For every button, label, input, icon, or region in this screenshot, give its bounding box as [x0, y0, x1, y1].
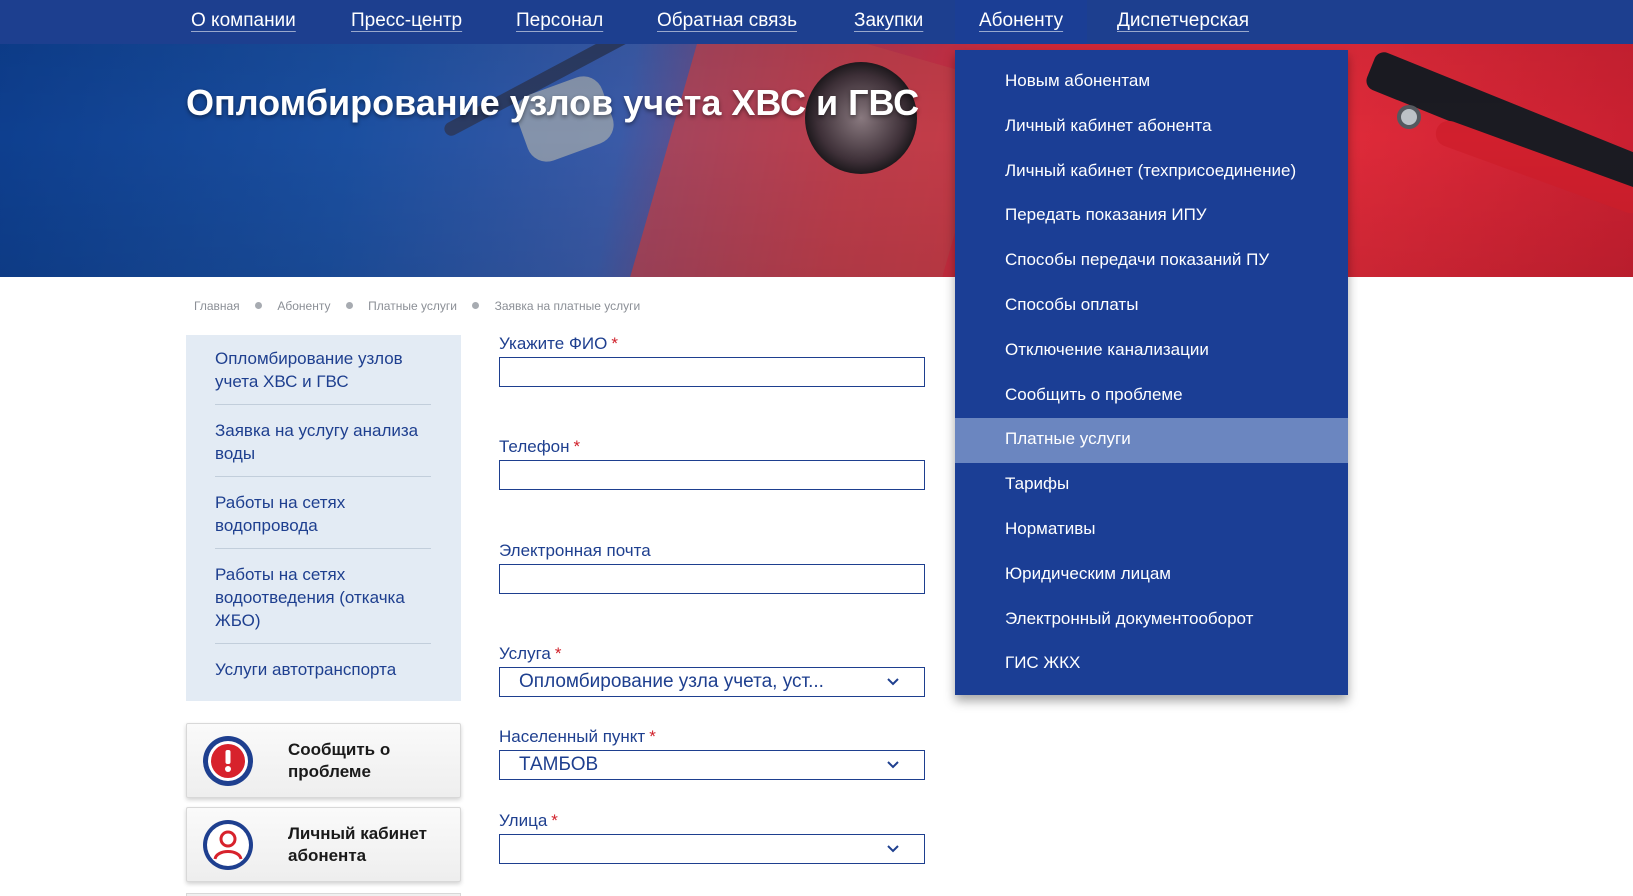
report-problem-label: Сообщить о проблеме — [288, 740, 391, 781]
phone-label: Телефон * — [499, 437, 580, 457]
service-label-text: Услуга — [499, 644, 551, 663]
menu-item-sewer-disconnection[interactable]: Отключение канализации — [955, 329, 1348, 374]
fio-label: Укажите ФИО * — [499, 334, 618, 354]
breadcrumb-item-paid-services[interactable]: Платные услуги — [368, 299, 457, 313]
email-label-text: Электронная почта — [499, 541, 651, 560]
menu-item-norms[interactable]: Нормативы — [955, 508, 1348, 553]
locality-label-text: Населенный пункт — [499, 727, 646, 746]
nav-item-staff[interactable]: Персонал — [516, 0, 603, 44]
breadcrumb-item-home[interactable]: Главная — [194, 299, 240, 313]
required-mark: * — [649, 727, 656, 746]
email-label: Электронная почта — [499, 541, 651, 561]
menu-item-personal-account[interactable]: Личный кабинет абонента — [955, 105, 1348, 150]
sidebar-item-water-analysis[interactable]: Заявка на услугу анализа воды — [215, 419, 431, 477]
top-navigation: О компании Пресс-центр Персонал Обратная… — [0, 0, 1633, 44]
nav-item-about[interactable]: О компании — [191, 0, 296, 44]
nav-item-feedback[interactable]: Обратная связь — [657, 0, 797, 44]
menu-item-payment-methods[interactable]: Способы оплаты — [955, 284, 1348, 329]
menu-item-new-subscribers[interactable]: Новым абонентам — [955, 60, 1348, 105]
breadcrumb-separator — [472, 302, 480, 310]
sidebar-item-transport[interactable]: Услуги автотранспорта — [215, 658, 431, 692]
required-mark: * — [551, 811, 558, 830]
fio-label-text: Укажите ФИО — [499, 334, 608, 353]
menu-item-report-problem[interactable]: Сообщить о проблеме — [955, 374, 1348, 419]
sidebar-menu: Опломбирование узлов учета ХВС и ГВС Зая… — [186, 335, 461, 701]
sidebar-item-water-network[interactable]: Работы на сетях водопровода — [215, 491, 431, 549]
user-icon — [203, 820, 253, 870]
menu-item-legal-entities[interactable]: Юридическим лицам — [955, 553, 1348, 598]
menu-item-paid-services[interactable]: Платные услуги — [955, 418, 1348, 464]
page-title: Опломбирование узлов учета ХВС и ГВС — [186, 82, 920, 123]
phone-input[interactable] — [499, 460, 925, 490]
page: О компании Пресс-центр Персонал Обратная… — [0, 0, 1633, 896]
hero-shade — [0, 44, 1633, 277]
required-mark: * — [573, 437, 581, 456]
breadcrumb: Главная Абоненту Платные услуги Заявка н… — [194, 298, 640, 313]
nav-item-dispatch[interactable]: Диспетчерская — [1117, 0, 1249, 44]
chevron-down-icon — [887, 678, 899, 686]
locality-select[interactable]: ТАМБОВ — [499, 750, 925, 780]
breadcrumb-separator — [255, 302, 263, 310]
menu-item-personal-account-connection[interactable]: Личный кабинет (техприсоединение) — [955, 150, 1348, 195]
sidebar-item-sealing[interactable]: Опломбирование узлов учета ХВС и ГВС — [215, 347, 431, 405]
phone-label-text: Телефон — [499, 437, 570, 456]
street-label: Улица * — [499, 811, 558, 831]
service-select[interactable]: Опломбирование узла учета, уст... — [499, 667, 925, 697]
menu-item-tariffs[interactable]: Тарифы — [955, 463, 1348, 508]
required-mark: * — [611, 334, 618, 353]
hero-banner: Опломбирование узлов учета ХВС и ГВС — [0, 44, 1633, 277]
street-select[interactable] — [499, 834, 925, 864]
locality-select-value: ТАМБОВ — [519, 754, 599, 775]
breadcrumb-item-current: Заявка на платные услуги — [494, 298, 641, 313]
report-problem-card[interactable]: Сообщить о проблеме — [186, 723, 461, 798]
chevron-down-icon — [887, 845, 899, 853]
nav-item-press-center[interactable]: Пресс-центр — [351, 0, 462, 44]
email-input[interactable] — [499, 564, 925, 594]
fio-input[interactable] — [499, 357, 925, 387]
required-mark: * — [554, 644, 562, 663]
menu-item-edo[interactable]: Электронный документооборот — [955, 598, 1348, 643]
nav-item-purchases[interactable]: Закупки — [854, 0, 923, 44]
street-label-text: Улица — [499, 811, 548, 830]
locality-label: Населенный пункт * — [499, 727, 656, 747]
nav-item-subscriber[interactable]: Абоненту — [955, 0, 1088, 44]
menu-item-submit-readings[interactable]: Передать показания ИПУ — [955, 194, 1348, 239]
alert-icon — [203, 736, 253, 786]
chevron-down-icon — [887, 761, 899, 769]
personal-account-label: Личный кабинет абонента — [288, 824, 427, 865]
subscriber-dropdown-menu: Новым абонентам Личный кабинет абонента … — [955, 50, 1348, 695]
personal-account-card[interactable]: Личный кабинет абонента — [186, 807, 461, 882]
breadcrumb-separator — [345, 302, 353, 310]
service-select-value: Опломбирование узла учета, уст... — [519, 671, 824, 692]
breadcrumb-item-subscriber[interactable]: Абоненту — [277, 299, 330, 313]
service-label: Услуга * — [499, 644, 562, 664]
sidebar-item-sewer-network[interactable]: Работы на сетях водоотведения (откачка Ж… — [215, 563, 431, 644]
menu-item-gis-zhkh[interactable]: ГИС ЖКХ — [955, 642, 1348, 687]
menu-item-reading-methods[interactable]: Способы передачи показаний ПУ — [955, 239, 1348, 284]
